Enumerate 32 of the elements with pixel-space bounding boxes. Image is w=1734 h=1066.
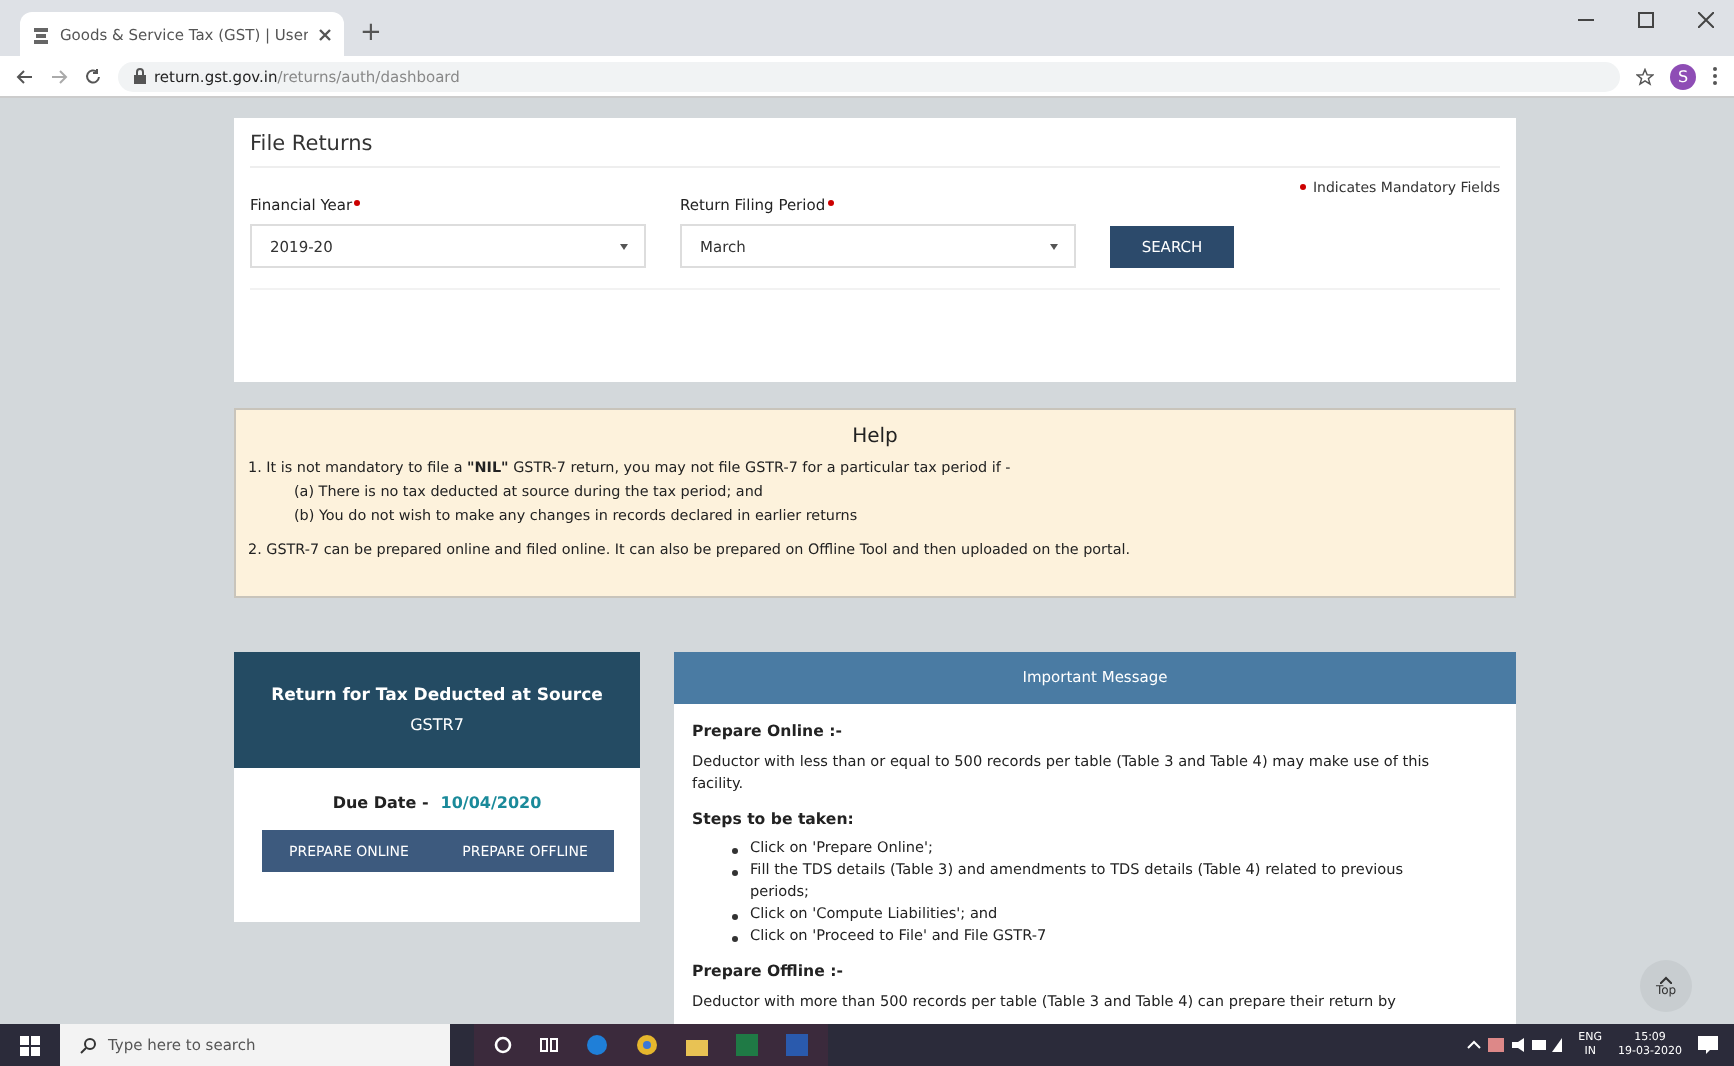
caret-icon <box>1050 243 1058 249</box>
bullet-icon <box>732 847 738 854</box>
section-title: File Returns <box>250 118 1500 168</box>
new-tab-button[interactable]: + <box>360 18 382 48</box>
form-code: GSTR7 <box>410 716 464 734</box>
close-icon[interactable] <box>1698 12 1714 28</box>
cortana-icon[interactable] <box>494 1036 512 1054</box>
caret-icon <box>620 243 628 249</box>
required-icon <box>827 200 834 206</box>
bullet-icon <box>732 913 738 920</box>
back-icon[interactable] <box>16 67 34 85</box>
menu-icon[interactable] <box>1712 66 1718 86</box>
reload-icon[interactable] <box>84 67 102 85</box>
bullet-icon <box>732 935 738 941</box>
task-view-icon[interactable] <box>540 1036 558 1054</box>
card-title: Return for Tax Deducted at Source <box>271 686 603 706</box>
due-date: 10/04/2020 <box>440 794 542 812</box>
close-icon[interactable] <box>318 27 332 41</box>
bullet-icon <box>732 869 738 876</box>
chevron-up-icon <box>1660 975 1672 983</box>
due-label: Due Date - <box>332 794 429 812</box>
lock-icon <box>134 68 146 84</box>
folder-icon[interactable] <box>686 1035 708 1055</box>
help-title: Help <box>850 426 900 448</box>
required-icon <box>354 200 361 206</box>
star-icon[interactable] <box>1636 67 1654 85</box>
profile-avatar[interactable]: S <box>1670 63 1696 89</box>
windows-icon[interactable] <box>20 1035 40 1055</box>
notification-icon[interactable] <box>1698 1036 1718 1054</box>
search-icon <box>80 1037 96 1053</box>
maximize-icon[interactable] <box>1638 12 1654 28</box>
required-icon <box>1300 184 1307 190</box>
